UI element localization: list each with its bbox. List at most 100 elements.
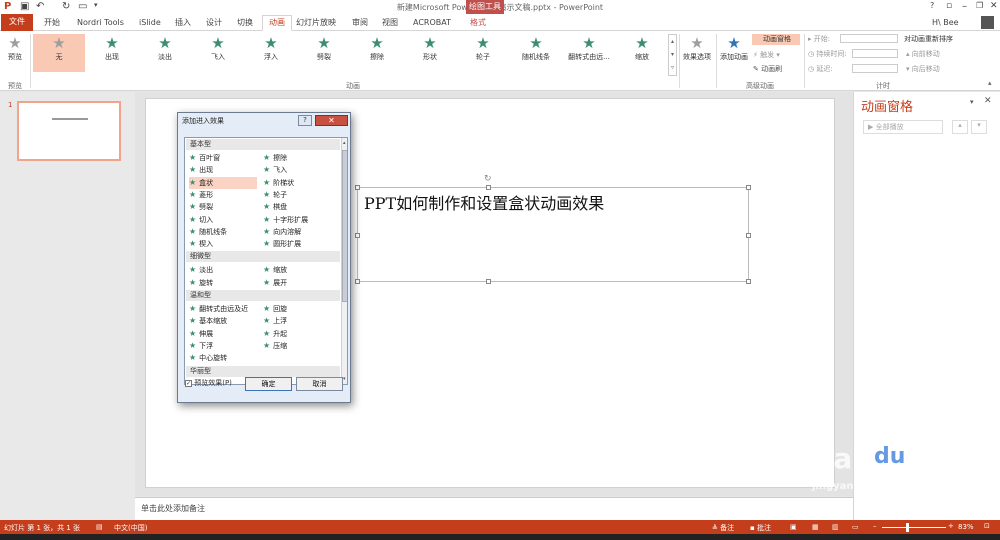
minimize-button[interactable]: – — [962, 1, 967, 12]
effect-button[interactable]: ★ 无 — [33, 34, 85, 62]
dialog-help-button[interactable]: ? — [298, 115, 312, 126]
effect-list-item[interactable]: ★ 出现 — [189, 164, 213, 176]
effect-list-item[interactable]: ★ 翻转式由远及近 — [189, 303, 248, 315]
effect-list-item[interactable]: ★ 缩放 — [263, 264, 287, 276]
zoom-out-button[interactable]: – — [873, 522, 877, 530]
animation-painter-button[interactable]: ✎ 动画刷 — [753, 64, 782, 74]
tab-animations[interactable]: 动画 — [262, 15, 292, 31]
tab-home[interactable]: 开始 — [44, 16, 60, 30]
close-button[interactable]: ✕ — [990, 1, 998, 11]
pane-close-button[interactable]: ✕ — [984, 96, 992, 106]
gallery-scroll[interactable]: ▴ ▾ ▿ — [668, 34, 677, 76]
tab-insert[interactable]: 插入 — [175, 16, 191, 30]
effect-list-item[interactable]: ★ 回旋 — [263, 303, 287, 315]
effect-list-item[interactable]: ★ 楔入 — [189, 238, 213, 250]
title-textbox[interactable]: PPT如何制作和设置盒状动画效果 ↻ — [355, 174, 751, 284]
effect-list-item[interactable]: ★ 向内溶解 — [263, 226, 301, 238]
move-later-button[interactable]: ▾ 向后移动 — [906, 64, 940, 74]
comments-toggle[interactable]: ▪ 批注 — [750, 523, 771, 533]
resize-handle[interactable] — [355, 185, 360, 190]
slideshow-icon[interactable]: ▭ — [852, 523, 859, 531]
preview-effect-checkbox[interactable]: ✓ 预览效果(P) — [185, 378, 232, 388]
tab-format[interactable]: 格式 — [470, 16, 486, 30]
collapse-ribbon-icon[interactable]: ▴ — [988, 79, 992, 87]
effect-button[interactable]: ★ 淡出 — [139, 34, 191, 62]
effect-list-item[interactable]: ★ 十字形扩展 — [263, 214, 308, 226]
ribbon-display-icon[interactable]: ▫ — [946, 1, 952, 11]
effect-list-item[interactable]: ★ 升起 — [263, 328, 287, 340]
cancel-button[interactable]: 取消 — [296, 377, 343, 391]
effect-options-button[interactable]: ★ 效果选项 — [680, 34, 714, 62]
slide-sorter-icon[interactable]: ▦ — [812, 523, 819, 531]
notes-toggle[interactable]: ≜ 备注 — [712, 523, 734, 533]
tab-slideshow[interactable]: 幻灯片放映 — [296, 16, 336, 30]
move-up-button[interactable]: ▴ — [952, 120, 968, 134]
effect-list-item[interactable]: ★ 圆形扩展 — [263, 238, 301, 250]
notes-placeholder[interactable]: 单击此处添加备注 — [141, 503, 205, 514]
resize-handle[interactable] — [355, 279, 360, 284]
effect-button[interactable]: ★ 随机线条 — [510, 34, 562, 62]
tab-file[interactable]: 文件 — [1, 14, 33, 31]
slide-thumbnail[interactable] — [17, 101, 121, 161]
restore-button[interactable]: ❐ — [976, 1, 983, 10]
effect-button[interactable]: ★ 劈裂 — [298, 34, 350, 62]
tab-transitions[interactable]: 切换 — [237, 16, 253, 30]
language-indicator[interactable]: 中文(中国) — [114, 523, 147, 533]
tab-nordri-tools[interactable]: Nordri Tools — [77, 16, 124, 30]
tab-acrobat[interactable]: ACROBAT — [413, 16, 451, 30]
resize-handle[interactable] — [746, 185, 751, 190]
avatar[interactable] — [981, 16, 994, 29]
animation-pane-button[interactable]: 动画窗格 — [752, 34, 800, 45]
effect-list-item[interactable]: ★ 旋转 — [189, 277, 213, 289]
effect-list-item[interactable]: ★ 盒状 — [189, 176, 257, 189]
fit-slide-icon[interactable]: ⊡ — [984, 522, 990, 530]
slide-title-text[interactable]: PPT如何制作和设置盒状动画效果 — [364, 190, 604, 214]
resize-handle[interactable] — [486, 279, 491, 284]
play-all-button[interactable]: ▶ 全部播放 — [863, 120, 943, 134]
resize-handle[interactable] — [746, 279, 751, 284]
effect-button[interactable]: ★ 翻转式由远... — [563, 34, 615, 62]
effect-list-item[interactable]: ★ 基本缩放 — [189, 315, 227, 327]
effect-list-item[interactable]: ★ 擦除 — [263, 152, 287, 164]
user-name[interactable]: H\ Bee — [932, 16, 959, 30]
effect-list-item[interactable]: ★ 下浮 — [189, 340, 213, 352]
effect-button[interactable]: ★ 飞入 — [192, 34, 244, 62]
effect-list-item[interactable]: ★ 上浮 — [263, 315, 287, 327]
zoom-slider[interactable] — [882, 527, 946, 528]
duration-input[interactable] — [852, 49, 898, 58]
resize-handle[interactable] — [746, 233, 751, 238]
preview-button[interactable]: ★ 预览 — [2, 34, 28, 62]
zoom-slider-thumb[interactable] — [906, 523, 909, 532]
scroll-thumb[interactable] — [342, 150, 347, 302]
effect-button[interactable]: ★ 轮子 — [457, 34, 509, 62]
dialog-close-button[interactable]: ✕ — [315, 115, 348, 126]
ok-button[interactable]: 确定 — [245, 377, 292, 391]
scroll-down-icon[interactable]: ▾ — [343, 376, 346, 382]
effect-button[interactable]: ★ 形状 — [404, 34, 456, 62]
rotate-handle-icon[interactable]: ↻ — [484, 174, 492, 184]
effect-list-item[interactable]: ★ 劈裂 — [189, 201, 213, 213]
effect-list-item[interactable]: ★ 随机线条 — [189, 226, 227, 238]
start-select[interactable] — [840, 34, 898, 43]
effect-button[interactable]: ★ 出现 — [86, 34, 138, 62]
tab-review[interactable]: 审阅 — [352, 16, 368, 30]
effect-list-item[interactable]: ★ 展开 — [263, 277, 287, 289]
effect-button[interactable]: ★ 浮入 — [245, 34, 297, 62]
effect-list-item[interactable]: ★ 百叶窗 — [189, 152, 220, 164]
effect-list-item[interactable]: ★ 飞入 — [263, 164, 287, 176]
effect-button[interactable]: ★ 擦除 — [351, 34, 403, 62]
tab-view[interactable]: 视图 — [382, 16, 398, 30]
effect-button[interactable]: ★ 缩放 — [616, 34, 668, 62]
resize-handle[interactable] — [355, 233, 360, 238]
effect-list-item[interactable]: ★ 淡出 — [189, 264, 213, 276]
effect-list-item[interactable]: ★ 压缩 — [263, 340, 287, 352]
pane-options-icon[interactable]: ▾ — [970, 98, 974, 106]
effect-list-item[interactable]: ★ 菱形 — [189, 189, 213, 201]
resize-handle[interactable] — [486, 185, 491, 190]
delay-input[interactable] — [852, 64, 898, 73]
reading-view-icon[interactable]: ▥ — [832, 523, 839, 531]
move-down-button[interactable]: ▾ — [971, 120, 987, 134]
tab-islide[interactable]: iSlide — [139, 16, 161, 30]
move-earlier-button[interactable]: ▴ 向前移动 — [906, 49, 940, 59]
normal-view-icon[interactable]: ▣ — [790, 523, 797, 531]
